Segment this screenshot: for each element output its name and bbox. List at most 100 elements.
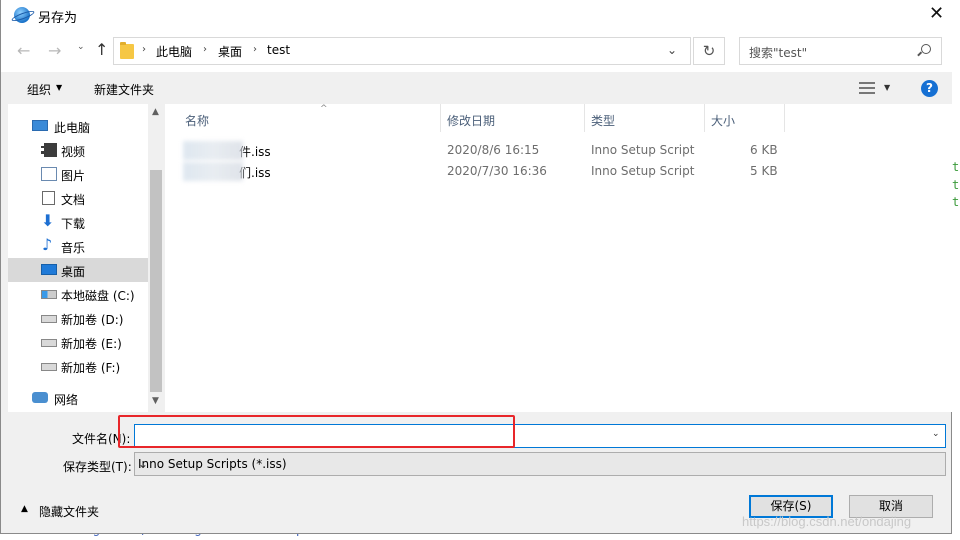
- table-row[interactable]: 件.iss 2020/8/6 16:15 Inno Setup Script 6…: [165, 140, 805, 161]
- command-toolbar: 组织 ▼ 新建文件夹 ▼ ?: [1, 72, 952, 104]
- sidebar-item-drive-e[interactable]: 新加卷 (E:): [8, 330, 148, 354]
- navigation-bar: ← → ⌄ ↑ › 此电脑 › 桌面 › test ⌄ ↻ 搜索"test": [1, 30, 952, 72]
- organize-button[interactable]: 组织: [27, 81, 51, 98]
- title-bar[interactable]: 另存为 ✕: [1, 0, 952, 30]
- file-size: 6 KB: [750, 143, 778, 157]
- sidebar-item-pictures[interactable]: 图片: [8, 162, 148, 186]
- refresh-button[interactable]: ↻: [693, 37, 725, 65]
- download-icon: ⬇: [41, 211, 55, 230]
- sidebar-item-label: 桌面: [61, 265, 86, 279]
- folder-icon: [120, 42, 134, 59]
- file-name: 们.iss: [239, 166, 271, 180]
- search-input[interactable]: 搜索"test": [749, 44, 807, 61]
- close-button[interactable]: ✕: [921, 0, 952, 30]
- search-icon[interactable]: [921, 44, 931, 54]
- music-icon: ♪: [42, 235, 53, 254]
- help-icon[interactable]: ?: [921, 80, 938, 97]
- file-size: 5 KB: [750, 164, 778, 178]
- drive-icon: [41, 315, 57, 323]
- new-folder-button[interactable]: 新建文件夹: [94, 81, 154, 98]
- breadcrumb-separator[interactable]: ›: [142, 44, 146, 55]
- sidebar-item-label: 图片: [61, 169, 86, 183]
- up-arrow-icon[interactable]: ↑: [95, 40, 108, 59]
- sidebar-item-label: 新加卷 (D:): [61, 313, 124, 327]
- sidebar-item-label: 新加卷 (F:): [61, 361, 121, 375]
- window-title: 另存为: [38, 11, 78, 26]
- recent-locations-chevron-icon[interactable]: ⌄: [77, 42, 85, 52]
- file-list: 名称 ^ 修改日期 类型 大小 件.iss 2020/8/6 16:15 Inn…: [165, 104, 952, 412]
- system-drive-icon: [41, 290, 57, 299]
- file-date: 2020/8/6 16:15: [447, 143, 540, 157]
- filetype-select[interactable]: Inno Setup Scripts (*.iss) ⌄: [134, 452, 946, 476]
- file-name: 件.iss: [239, 145, 271, 159]
- chevron-down-icon[interactable]: ⌄: [932, 429, 940, 439]
- hide-folders-label: 隐藏文件夹: [39, 505, 100, 519]
- background-code-glyph: t: [952, 160, 960, 174]
- column-header-label: 修改日期: [447, 114, 496, 128]
- breadcrumb-separator[interactable]: ›: [253, 44, 257, 55]
- caret-down-icon[interactable]: ▼: [56, 83, 62, 92]
- column-header-size[interactable]: 大小: [705, 104, 785, 132]
- document-icon: [42, 191, 55, 205]
- highlight-annotation-box: [118, 415, 515, 448]
- column-header-label: 类型: [591, 114, 616, 128]
- watermark-text: https://blog.csdn.net/ondajing: [742, 514, 912, 529]
- sidebar-item-label: 文档: [61, 193, 86, 207]
- sort-ascending-icon: ^: [320, 104, 328, 114]
- desktop-icon: [41, 264, 57, 275]
- address-dropdown-chevron-icon[interactable]: ⌄: [667, 43, 677, 57]
- column-header-label: 大小: [711, 114, 736, 128]
- redacted-name-blur: [183, 141, 243, 160]
- background-code-glyph: t: [952, 178, 960, 192]
- sidebar-item-desktop[interactable]: 桌面: [8, 258, 148, 282]
- drive-icon: [41, 363, 57, 371]
- video-icon: [41, 143, 57, 157]
- file-type: Inno Setup Script: [591, 143, 695, 157]
- drive-icon: [41, 339, 57, 347]
- sidebar-item-this-pc[interactable]: 此电脑: [8, 114, 148, 138]
- column-header-date[interactable]: 修改日期: [441, 104, 585, 132]
- column-header-type[interactable]: 类型: [585, 104, 705, 132]
- scroll-down-arrow-icon[interactable]: ▼: [152, 396, 159, 406]
- scroll-thumb[interactable]: [150, 170, 162, 392]
- breadcrumb-item-test[interactable]: test: [267, 43, 290, 57]
- sidebar-item-drive-f[interactable]: 新加卷 (F:): [8, 354, 148, 378]
- scroll-up-arrow-icon[interactable]: ▲: [152, 107, 159, 117]
- forward-arrow-icon[interactable]: →: [48, 41, 61, 60]
- sidebar-item-label: 音乐: [61, 241, 86, 255]
- search-box[interactable]: 搜索"test": [739, 37, 942, 65]
- network-icon: [32, 392, 48, 403]
- sidebar-item-documents[interactable]: 文档: [8, 186, 148, 210]
- breadcrumb-item-this-pc[interactable]: 此电脑: [156, 43, 192, 60]
- address-bar[interactable]: › 此电脑 › 桌面 › test ⌄: [113, 37, 691, 65]
- sidebar-item-label: 本地磁盘 (C:): [61, 289, 135, 303]
- sidebar-item-label: 下载: [61, 217, 86, 231]
- chevron-down-icon[interactable]: ⌄: [138, 457, 148, 471]
- file-date: 2020/7/30 16:36: [447, 164, 547, 178]
- picture-icon: [41, 167, 57, 181]
- sidebar-item-videos[interactable]: 视频: [8, 138, 148, 162]
- save-as-dialog: 另存为 ✕ ← → ⌄ ↑ › 此电脑 › 桌面 › test ⌄ ↻ 搜索"t…: [0, 0, 952, 534]
- column-header-name[interactable]: 名称 ^: [179, 104, 441, 132]
- back-arrow-icon[interactable]: ←: [17, 41, 30, 60]
- breadcrumb-separator[interactable]: ›: [203, 44, 207, 55]
- navigation-pane: 此电脑 视频 图片 文档 ⬇ 下载 ♪ 音乐 桌面 本地磁盘 (C:) 新加卷 …: [8, 104, 164, 412]
- column-header-label: 名称: [185, 114, 210, 128]
- filetype-label: 保存类型(T):: [63, 460, 132, 474]
- background-code-glyph: t: [952, 195, 960, 209]
- redacted-name-blur: [183, 162, 243, 181]
- sidebar-item-drive-c[interactable]: 本地磁盘 (C:): [8, 282, 148, 306]
- navigation-pane-scrollbar[interactable]: ▲ ▼: [148, 104, 164, 412]
- sidebar-item-drive-d[interactable]: 新加卷 (D:): [8, 306, 148, 330]
- caret-up-icon: ▲: [21, 504, 28, 514]
- sidebar-item-network[interactable]: 网络: [8, 386, 148, 410]
- caret-down-icon[interactable]: ▼: [884, 83, 890, 92]
- table-row[interactable]: 们.iss 2020/7/30 16:36 Inno Setup Script …: [165, 161, 805, 182]
- breadcrumb-item-desktop[interactable]: 桌面: [218, 43, 242, 60]
- app-globe-icon: [14, 7, 30, 23]
- view-details-icon[interactable]: [859, 82, 875, 94]
- file-type: Inno Setup Script: [591, 164, 695, 178]
- sidebar-item-music[interactable]: ♪ 音乐: [8, 234, 148, 258]
- filetype-value: Inno Setup Scripts (*.iss): [138, 457, 287, 471]
- sidebar-item-downloads[interactable]: ⬇ 下载: [8, 210, 148, 234]
